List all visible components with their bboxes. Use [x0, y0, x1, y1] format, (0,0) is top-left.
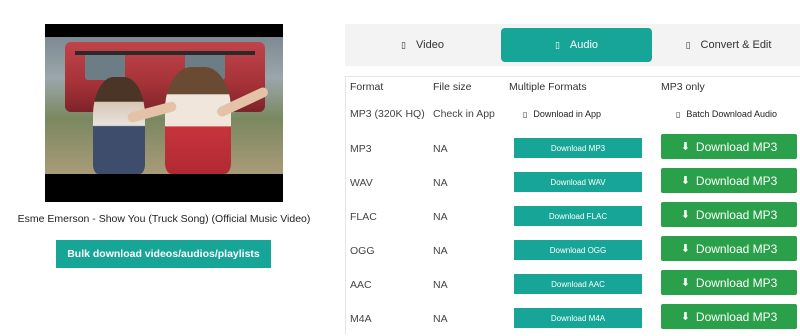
tab-convert-edit[interactable]: ▯ Convert & Edit	[657, 28, 800, 62]
download-icon: ⬇	[680, 311, 690, 323]
download-format-button[interactable]: Download FLAC	[514, 206, 642, 226]
cell-file-size: NA	[433, 143, 448, 155]
tab-label: Audio	[569, 39, 599, 51]
table-row: MP3 (320K HQ) Check in App ▯ Download in…	[346, 97, 800, 131]
cell-format: MP3	[350, 143, 372, 155]
cell-format: OGG	[350, 245, 375, 257]
phone-icon: ▯	[523, 109, 528, 119]
button-label: Download MP3	[695, 241, 778, 256]
person-figure	[165, 67, 231, 174]
video-title: Esme Emerson - Show You (Truck Song) (Of…	[17, 213, 311, 225]
header-format: Format	[350, 81, 384, 93]
bulk-download-button[interactable]: Bulk download videos/audios/playlists	[56, 240, 271, 268]
thumbnail-image	[45, 37, 283, 174]
tab-label: Video	[416, 39, 444, 51]
tab-label: Convert & Edit	[700, 39, 772, 51]
format-tabs: ▯ Video ▯ Audio ▯ Convert & Edit	[345, 24, 800, 66]
button-label: Download MP3	[695, 207, 778, 222]
table-row: WAV NA Download WAV ⬇ Download MP3	[346, 166, 800, 200]
cell-file-size: NA	[433, 177, 448, 189]
header-file-size: File size	[433, 81, 472, 93]
download-icon: ⬇	[680, 277, 690, 289]
button-label: Download MP3	[695, 309, 778, 324]
cell-file-size: NA	[433, 313, 448, 325]
person-figure	[93, 77, 145, 174]
button-label: Download MP3	[695, 173, 778, 188]
header-mp3-only: MP3 only	[661, 81, 705, 93]
link-label: Download in App	[533, 109, 601, 119]
download-table: Format File size Multiple Formats MP3 on…	[345, 76, 800, 334]
table-row: MP3 NA Download MP3 ⬇ Download MP3	[346, 132, 800, 166]
download-mp3-button[interactable]: ⬇ Download MP3	[661, 304, 797, 329]
button-label: Download MP3	[695, 139, 778, 154]
cell-format: WAV	[350, 177, 373, 189]
video-icon: ▯	[401, 39, 406, 50]
download-icon: ⬇	[680, 209, 690, 221]
table-row: OGG NA Download OGG ⬇ Download MP3	[346, 234, 800, 268]
download-mp3-button[interactable]: ⬇ Download MP3	[661, 168, 797, 193]
truck-window	[85, 52, 125, 80]
batch-download-audio-link[interactable]: ▯ Batch Download Audio	[676, 97, 777, 131]
audio-icon: ▯	[554, 39, 560, 50]
table-row: AAC NA Download AAC ⬇ Download MP3	[346, 268, 800, 302]
download-icon: ⬇	[680, 243, 690, 255]
convert-icon: ▯	[685, 39, 691, 50]
cell-file-size: NA	[433, 245, 448, 257]
table-row: FLAC NA Download FLAC ⬇ Download MP3	[346, 200, 800, 234]
cell-file-size: NA	[433, 279, 448, 291]
download-icon: ⬇	[680, 175, 690, 187]
video-thumbnail[interactable]	[45, 24, 283, 202]
download-format-button[interactable]: Download AAC	[514, 274, 642, 294]
download-mp3-button[interactable]: ⬇ Download MP3	[661, 202, 797, 227]
download-format-button[interactable]: Download MP3	[514, 138, 642, 158]
download-format-button[interactable]: Download M4A	[514, 308, 642, 328]
link-label: Batch Download Audio	[686, 109, 777, 119]
cell-format: FLAC	[350, 211, 377, 223]
download-mp3-button[interactable]: ⬇ Download MP3	[661, 270, 797, 295]
table-row: M4A NA Download M4A ⬇ Download MP3	[346, 302, 800, 336]
header-multiple-formats: Multiple Formats	[509, 81, 587, 93]
truck-frame	[75, 51, 255, 55]
download-mp3-button[interactable]: ⬇ Download MP3	[661, 134, 797, 159]
download-icon: ⬇	[680, 141, 690, 153]
tab-audio[interactable]: ▯ Audio	[501, 28, 652, 62]
download-mp3-button[interactable]: ⬇ Download MP3	[661, 236, 797, 261]
cell-file-size: NA	[433, 211, 448, 223]
cell-file-size: Check in App	[433, 108, 495, 120]
tab-video[interactable]: ▯ Video	[345, 28, 500, 62]
cell-format: M4A	[350, 313, 372, 325]
phone-icon: ▯	[676, 109, 681, 119]
download-format-button[interactable]: Download OGG	[514, 240, 642, 260]
cell-format: MP3 (320K HQ)	[350, 108, 425, 120]
download-format-button[interactable]: Download WAV	[514, 172, 642, 192]
button-label: Download MP3	[695, 275, 778, 290]
download-in-app-link[interactable]: ▯ Download in App	[523, 97, 601, 131]
cell-format: AAC	[350, 279, 372, 291]
